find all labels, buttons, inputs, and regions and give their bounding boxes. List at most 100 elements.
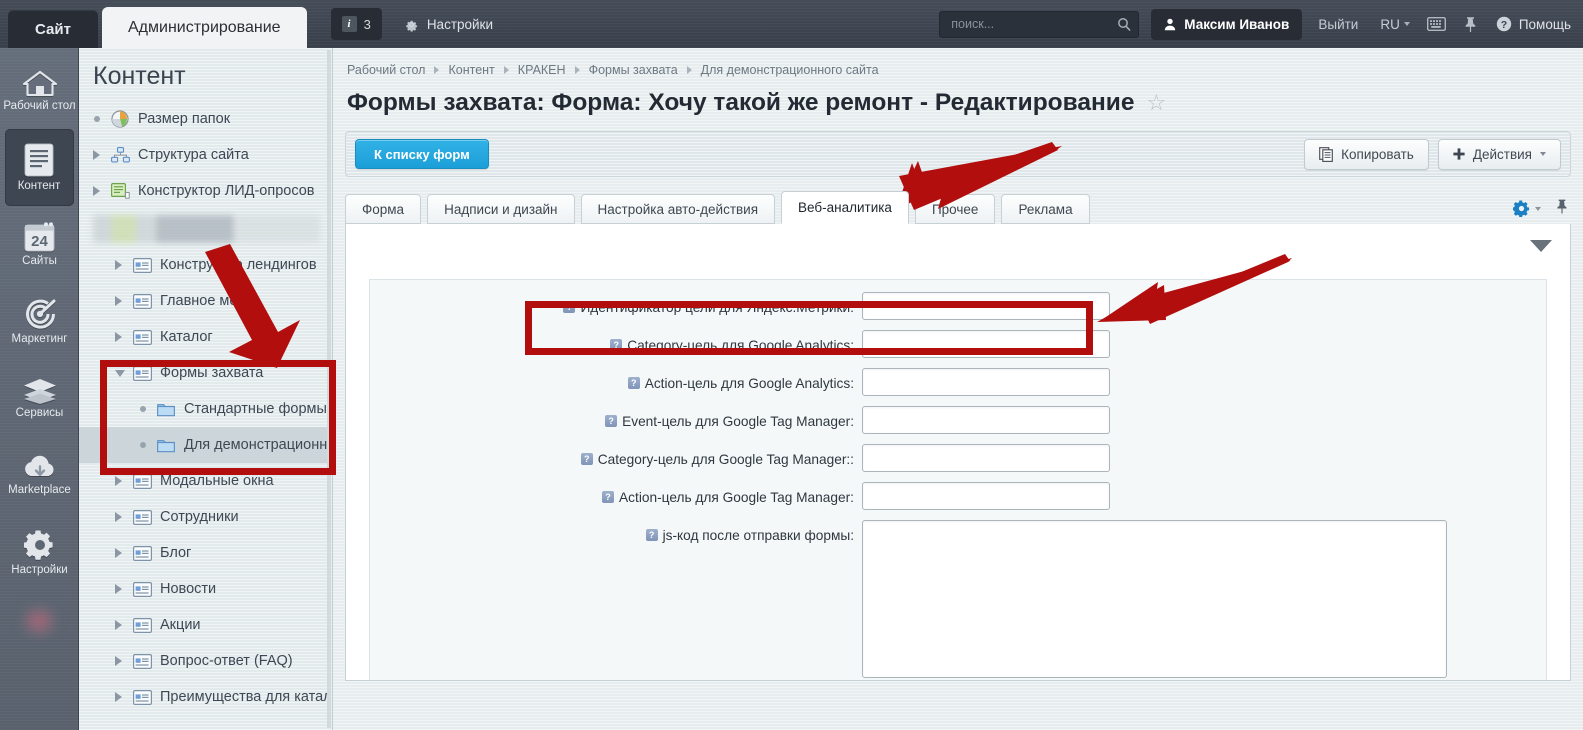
breadcrumb-item[interactable]: КРАКЕН <box>518 63 566 77</box>
help-icon[interactable]: ? <box>602 491 615 503</box>
help-icon[interactable]: ? <box>563 301 576 313</box>
expand-triangle-icon[interactable] <box>115 620 133 630</box>
breadcrumb-item[interactable]: Для демонстрационного сайта <box>701 63 879 77</box>
tree-item[interactable]: Конструктор лендингов <box>79 247 332 283</box>
js-code-after-submit-input[interactable] <box>862 520 1447 678</box>
section-icon <box>133 617 152 633</box>
search-icon[interactable] <box>1117 17 1131 32</box>
field-label-text: Идентификатор цели для Яндекс.Метрики: <box>580 299 854 315</box>
search-input[interactable] <box>949 16 1115 32</box>
sidebar-item-content[interactable]: Контент <box>4 129 74 206</box>
field-label-yandex-metrika-goal-id: ? Идентификатор цели для Яндекс.Метрики: <box>370 292 862 322</box>
help-icon[interactable]: ? <box>610 339 623 351</box>
section-icon <box>133 653 152 669</box>
tree-item[interactable]: Преимущества для катало <box>79 679 332 715</box>
tree-item[interactable]: Сотрудники <box>79 499 332 535</box>
sidebar-item-label: Рабочий стол <box>3 99 76 112</box>
tree-item-label: Для демонстрационног <box>184 437 333 453</box>
help-icon[interactable]: ? <box>605 415 618 427</box>
page-title-text: Формы захвата: Форма: Хочу такой же ремо… <box>347 89 1135 116</box>
sidebar-item-services[interactable]: Сервисы <box>0 360 79 437</box>
tab-1[interactable]: Надписи и дизайн <box>427 194 575 224</box>
folder-icon <box>157 403 175 416</box>
tree-item[interactable]: Блог <box>79 535 332 571</box>
tab-administration[interactable]: Администрирование <box>102 7 307 48</box>
tree-scrollbar[interactable] <box>327 50 331 728</box>
sidebar-item-marketing[interactable]: Маркетинг <box>0 283 79 360</box>
tab-2[interactable]: Настройка авто-действия <box>580 194 776 224</box>
field-label-text: js-код после отправки формы: <box>662 527 854 543</box>
expand-triangle-icon[interactable] <box>115 692 133 702</box>
tree-item-label: Конструктор ЛИД-опросов <box>138 183 315 199</box>
tab-label: Реклама <box>1018 201 1073 217</box>
tree-item[interactable]: Каталог <box>79 319 332 355</box>
gtm-category-goal-input[interactable] <box>862 444 1110 472</box>
tree-item[interactable]: Структура сайта <box>79 137 332 173</box>
yandex-metrika-goal-id-input[interactable] <box>862 292 1110 320</box>
tree-item[interactable]: Акции <box>79 607 332 643</box>
help-icon[interactable]: ? <box>627 377 640 389</box>
ga-category-goal-input[interactable] <box>862 330 1110 358</box>
tab-4[interactable]: Прочее <box>914 194 996 224</box>
star-icon[interactable]: ☆ <box>1147 92 1167 114</box>
tree-item[interactable]: Модальные окна <box>79 463 332 499</box>
help-icon[interactable]: ? <box>580 453 593 465</box>
back-to-forms-button[interactable]: К списку форм <box>355 139 489 169</box>
sidebar-item-marketplace[interactable]: Marketplace <box>0 437 79 514</box>
expand-triangle-icon[interactable] <box>115 296 133 306</box>
keyboard-button[interactable] <box>1426 17 1446 31</box>
collapse-triangle-icon[interactable] <box>115 369 133 377</box>
expand-triangle-icon[interactable] <box>93 150 111 160</box>
tree-item[interactable]: Стандартные формы <box>79 391 332 427</box>
expand-triangle-icon[interactable] <box>115 476 133 486</box>
expand-triangle-icon[interactable] <box>115 548 133 558</box>
tab-pin-button[interactable] <box>1555 198 1569 219</box>
tree-item[interactable]: Для демонстрационног <box>79 427 332 463</box>
tab-settings-button[interactable] <box>1513 200 1541 217</box>
sidebar-item-desktop[interactable]: Рабочий стол <box>0 52 79 129</box>
breadcrumb-item[interactable]: Рабочий стол <box>347 63 425 77</box>
expand-triangle-icon[interactable] <box>115 332 133 342</box>
search-box[interactable] <box>939 10 1140 38</box>
tree-item[interactable]: Формы захвата <box>79 355 332 391</box>
user-menu-button[interactable]: Максим Иванов <box>1151 8 1303 40</box>
expand-triangle-icon[interactable] <box>115 584 133 594</box>
logout-link[interactable]: Выйти <box>1318 17 1358 32</box>
tab-site[interactable]: Сайт <box>8 10 98 48</box>
sitemap-icon <box>111 147 130 163</box>
field-label-text: Category-цель для Google Analytics: <box>627 337 854 353</box>
tab-site-label: Сайт <box>35 20 71 38</box>
tab-5[interactable]: Реклама <box>1001 194 1090 224</box>
expand-triangle-icon[interactable] <box>93 186 111 196</box>
tab-0[interactable]: Форма <box>345 194 422 224</box>
tree-item[interactable]: Новости <box>79 571 332 607</box>
language-selector[interactable]: RU <box>1380 17 1410 32</box>
expand-triangle-icon[interactable] <box>115 260 133 270</box>
help-button[interactable]: ? Помощь <box>1496 16 1571 32</box>
tree-item[interactable]: Главное меню <box>79 283 332 319</box>
expand-triangle-icon[interactable] <box>115 656 133 666</box>
notifications-button[interactable]: i 3 <box>330 8 382 40</box>
header-settings-button[interactable]: Настройки <box>404 17 493 32</box>
expand-triangle-icon[interactable] <box>115 512 133 522</box>
tab-3[interactable]: Веб-аналитика <box>781 191 909 224</box>
pie-chart-icon <box>111 110 129 128</box>
pin-button[interactable] <box>1463 16 1478 32</box>
back-to-forms-label: К списку форм <box>374 146 470 162</box>
tree-item[interactable]: Размер папок <box>79 101 332 137</box>
chevron-down-icon[interactable] <box>1530 240 1552 252</box>
copy-button[interactable]: Копировать <box>1304 138 1429 170</box>
help-icon[interactable]: ? <box>645 529 658 541</box>
section-icon <box>133 257 152 273</box>
actions-button[interactable]: Действия <box>1437 138 1561 170</box>
tree-item[interactable]: Вопрос-ответ (FAQ) <box>79 643 332 679</box>
breadcrumb-item[interactable]: Формы захвата <box>589 63 678 77</box>
sidebar-item-sites[interactable]: 24 Сайты <box>0 206 79 283</box>
ga-action-goal-input[interactable] <box>862 368 1110 396</box>
sidebar-item-settings[interactable]: Настройки <box>0 514 79 591</box>
tree-item[interactable]: Конструктор ЛИД-опросов <box>79 173 332 209</box>
gtm-action-goal-input[interactable] <box>862 482 1110 510</box>
breadcrumb-item[interactable]: Контент <box>448 63 494 77</box>
tab-administration-label: Администрирование <box>128 18 281 36</box>
gtm-event-goal-input[interactable] <box>862 406 1110 434</box>
